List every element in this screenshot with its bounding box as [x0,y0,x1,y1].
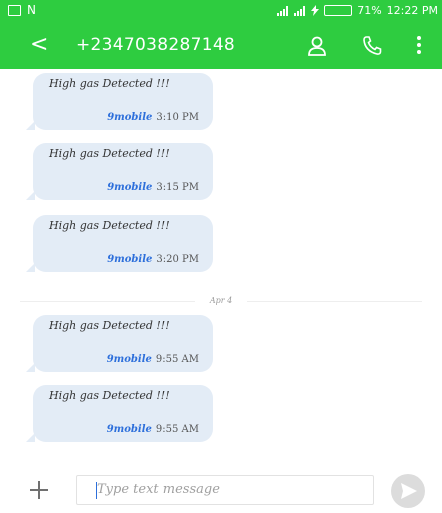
sim-label: 9mobile [107,182,153,193]
message-bubble[interactable]: High gas Detected !!! 9mobile 9:55 AM [26,315,213,372]
message-text: High gas Detected !!! [49,77,170,90]
contact-number: +2347038287148 [76,35,236,55]
more-vert-icon[interactable] [416,34,422,56]
sim-label: 9mobile [107,112,153,123]
back-arrow-icon[interactable]: < [30,32,48,57]
status-right: 71% 12:22 PM [277,4,438,17]
message-meta: 9mobile 9:55 AM [107,424,199,435]
signal-icon [294,5,306,16]
add-icon[interactable] [22,473,56,507]
battery-icon [324,5,353,16]
message-meta: 9mobile 3:15 PM [107,182,199,193]
message-text: High gas Detected !!! [49,389,170,402]
compose-bar: Type text message [0,466,442,513]
sim-label: 9mobile [106,354,152,365]
date-divider: Apr 4 [20,296,422,308]
sim-label: 9mobile [107,254,153,265]
compose-placeholder: Type text message [97,482,220,497]
message-time: 3:15 PM [156,182,199,193]
status-left-text: N [27,3,36,17]
message-bubble[interactable]: High gas Detected !!! 9mobile 3:20 PM [26,215,213,272]
sim-label: 9mobile [106,424,152,435]
message-time: 9:55 AM [155,354,199,365]
message-text: High gas Detected !!! [49,219,170,232]
message-time: 3:10 PM [156,112,199,123]
signal-icon [277,5,289,16]
message-text: High gas Detected !!! [49,319,170,332]
message-meta: 9mobile 3:20 PM [107,254,199,265]
send-icon[interactable] [390,473,426,509]
divider-line [247,301,422,302]
message-thread[interactable]: High gas Detected !!! 9mobile 3:10 PM Hig… [0,69,442,457]
message-bubble[interactable]: High gas Detected !!! 9mobile 3:15 PM [26,143,213,200]
status-left: N [8,3,36,17]
message-bubble[interactable]: High gas Detected !!! 9mobile 3:10 PM [26,73,213,130]
message-time: 3:20 PM [156,254,199,265]
battery-percent: 71% [357,4,382,17]
status-time: 12:22 PM [386,4,438,17]
message-bubble[interactable]: High gas Detected !!! 9mobile 9:55 AM [26,385,213,442]
message-meta: 9mobile 3:10 PM [107,112,199,123]
message-meta: 9mobile 9:55 AM [107,354,199,365]
message-notification-icon [8,4,21,16]
compose-input[interactable]: Type text message [76,475,374,505]
message-text: High gas Detected !!! [49,147,170,160]
charging-icon [311,5,320,16]
status-bar: N 71% 12:22 PM [0,0,442,23]
message-time: 9:55 AM [155,424,199,435]
person-icon[interactable] [306,35,328,57]
app-bar: < +2347038287148 [0,23,442,69]
phone-icon[interactable] [361,35,383,57]
